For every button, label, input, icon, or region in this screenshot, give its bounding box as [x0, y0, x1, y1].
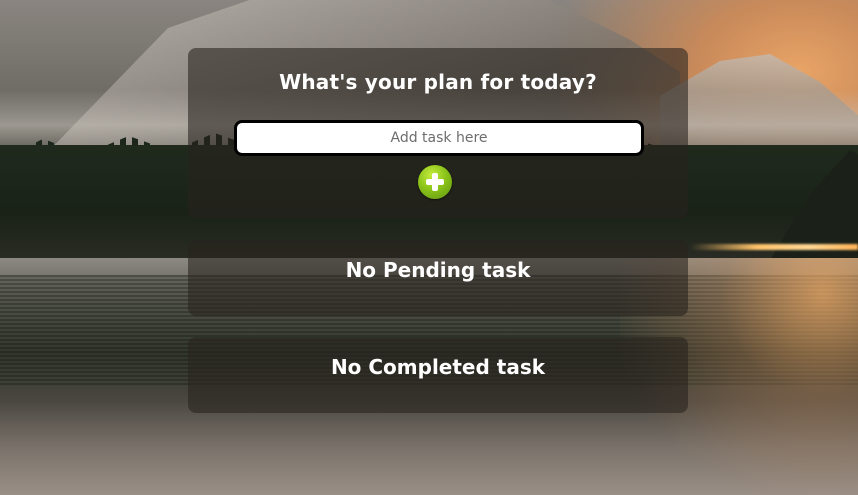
completed-tasks-card: No Completed task	[188, 337, 688, 413]
plus-icon	[418, 165, 452, 199]
pending-status-text: No Pending task	[345, 258, 531, 282]
task-input[interactable]	[234, 120, 644, 156]
page-title: What's your plan for today?	[279, 70, 597, 94]
sunlight-line	[690, 244, 858, 250]
add-task-button[interactable]	[418, 165, 452, 199]
completed-status-text: No Completed task	[330, 355, 546, 379]
pending-tasks-card: No Pending task	[188, 240, 688, 316]
background-scene: What's your plan for today? No Pending t…	[0, 0, 858, 495]
task-entry-card: What's your plan for today?	[188, 48, 688, 218]
